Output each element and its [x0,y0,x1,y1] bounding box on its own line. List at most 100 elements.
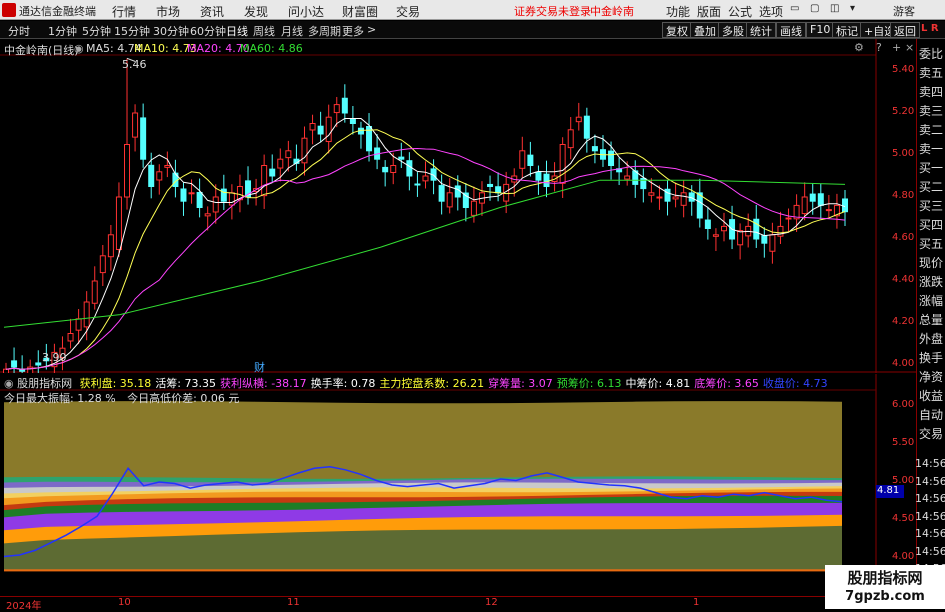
menu-item-news[interactable]: 资讯 [200,3,224,20]
tab-5min[interactable]: 5分钟 [82,23,111,39]
plus-icon[interactable]: + [892,41,901,54]
menu-item-wealth[interactable]: 财富圈 [342,3,378,20]
mark-button[interactable]: 标记 [832,22,862,38]
candle-body [3,368,9,373]
side-panel-label: 买二 [919,180,944,194]
chip-base [4,569,842,572]
candle-body [285,150,292,159]
indicator-svg [0,374,877,596]
candle-body [406,160,413,177]
settings-icon[interactable]: ⚙ [854,41,864,54]
candle-body [27,366,34,373]
back-button[interactable]: 返回 [890,22,920,38]
candle-body [519,150,526,169]
indicator-value: 获利盘: 35.18 [79,377,152,390]
candle-body [785,217,792,220]
current-price-tag: 4.81 [876,485,904,498]
user-guest[interactable]: 游客 [893,3,915,19]
trade-login-warning[interactable]: 证券交易未登录 [514,3,591,19]
tab-1min[interactable]: 1分钟 [48,23,77,39]
price-tick-label: 4.80 [892,190,915,201]
indicator-tick-label: 4.00 [892,551,915,562]
candle-body [527,154,534,167]
trade-time-label: 14:56 [915,492,945,505]
indicator-value: 穿筹量: 3.07 [488,377,553,390]
low-price-marker: 3.90 [42,351,67,364]
candle-body [712,234,719,237]
candlestick-chart[interactable]: 中金岭南(日线) ◉ MA5: 4.74 MA10: 4.73 MA20: 4.… [0,39,916,375]
tab-intraday[interactable]: 分时 [8,23,30,39]
tab-monthly[interactable]: 月线 [281,23,303,39]
menu-item-formula[interactable]: 公式 [728,3,752,20]
indicator-tick-label: 4.50 [892,513,915,524]
menu-item-market[interactable]: 行情 [112,3,136,20]
indicator-value: 获利纵横: -38.17 [220,377,307,390]
candle-body [761,235,768,244]
candle-body [567,129,574,149]
indicator-toggle-icon[interactable]: ◉ [4,377,17,390]
candle-body [83,301,90,328]
side-panel-label: 涨跌 [919,275,944,289]
minimize-icon[interactable]: ▭ [790,3,799,14]
chip-distribution-indicator[interactable]: ◉ 股朋指标网 获利盘: 35.18 活筹: 73.35 获利纵横: -38.17 换… [0,374,916,596]
tab-daily[interactable]: 日线 [226,23,248,39]
side-panel-label: 买五 [919,237,944,251]
menu-item-trade[interactable]: 交易 [396,3,420,20]
candle-body [148,164,155,187]
side-panel-label: 总量 [919,313,944,327]
tab-more[interactable]: 更多 [342,23,364,39]
f10-button[interactable]: F10 [806,22,835,38]
date-label: 10 [118,597,131,608]
side-panel-label: 涨幅 [919,294,944,308]
candle-body [261,165,268,197]
chevron-right-icon[interactable]: > [367,23,376,36]
menu-item-discover[interactable]: 发现 [244,3,268,20]
side-panel-label: 卖二 [919,123,944,137]
indicator-value: 主力控盘系数: 26.21 [379,377,485,390]
candle-body [277,158,284,169]
menu-item-layout[interactable]: 版面 [697,3,721,20]
window-icon[interactable]: ◫ [830,3,839,14]
candle-body [132,112,139,138]
dropdown-icon[interactable]: ◉ [74,42,84,55]
draw-line-button[interactable]: 画线 [776,22,806,38]
candle-body [720,225,727,232]
menu-item-markets[interactable]: 市场 [156,3,180,20]
menu-item-options[interactable]: 选项 [759,3,783,20]
candle-body [664,188,671,202]
finance-event-marker[interactable]: 财 [254,359,265,375]
candle-body [777,225,784,237]
tab-15min[interactable]: 15分钟 [114,23,150,39]
menu-item-ask[interactable]: 问小达 [288,3,324,20]
period-toolbar: 分时 1分钟 5分钟 15分钟 30分钟 60分钟 日线 周线 月线 多周期 更… [0,21,945,39]
tab-multi-period[interactable]: 多周期 [308,23,341,39]
tab-30min[interactable]: 30分钟 [153,23,189,39]
side-panel-label: 现价 [919,256,944,270]
menu-bar: 通达信金融终端 行情 市场 资讯 发现 问小达 财富圈 交易 证券交易未登录 中… [0,0,945,20]
price-tick-label: 5.00 [892,148,915,159]
candle-body [180,188,187,202]
statistics-button[interactable]: 统计 [746,22,776,38]
restore-icon[interactable]: ▢ [810,3,819,14]
multi-stock-button[interactable]: 多股 [718,22,748,38]
candle-body [535,171,542,181]
candle-body [801,196,808,215]
close-icon[interactable]: × [905,41,914,54]
side-panel-label: 净资 [919,370,944,384]
overlay-button[interactable]: 叠加 [690,22,720,38]
current-stock-name: 中金岭南 [590,5,634,18]
candle-body [91,280,98,304]
tab-weekly[interactable]: 周线 [253,23,275,39]
side-panel-label: 交易 [919,427,944,441]
indicator-tick-label: 5.50 [892,437,915,448]
adjust-button[interactable]: 复权 [662,22,692,38]
dropdown-icon[interactable]: ▾ [850,3,855,14]
candle-body [454,185,461,198]
help-icon[interactable]: ? [876,41,882,54]
tab-60min[interactable]: 60分钟 [190,23,226,39]
candle-body [648,192,655,196]
menu-item-function[interactable]: 功能 [666,3,690,20]
side-panel-label: 自动 [919,408,944,422]
price-tick-label: 4.60 [892,232,915,243]
candle-body [156,171,163,181]
